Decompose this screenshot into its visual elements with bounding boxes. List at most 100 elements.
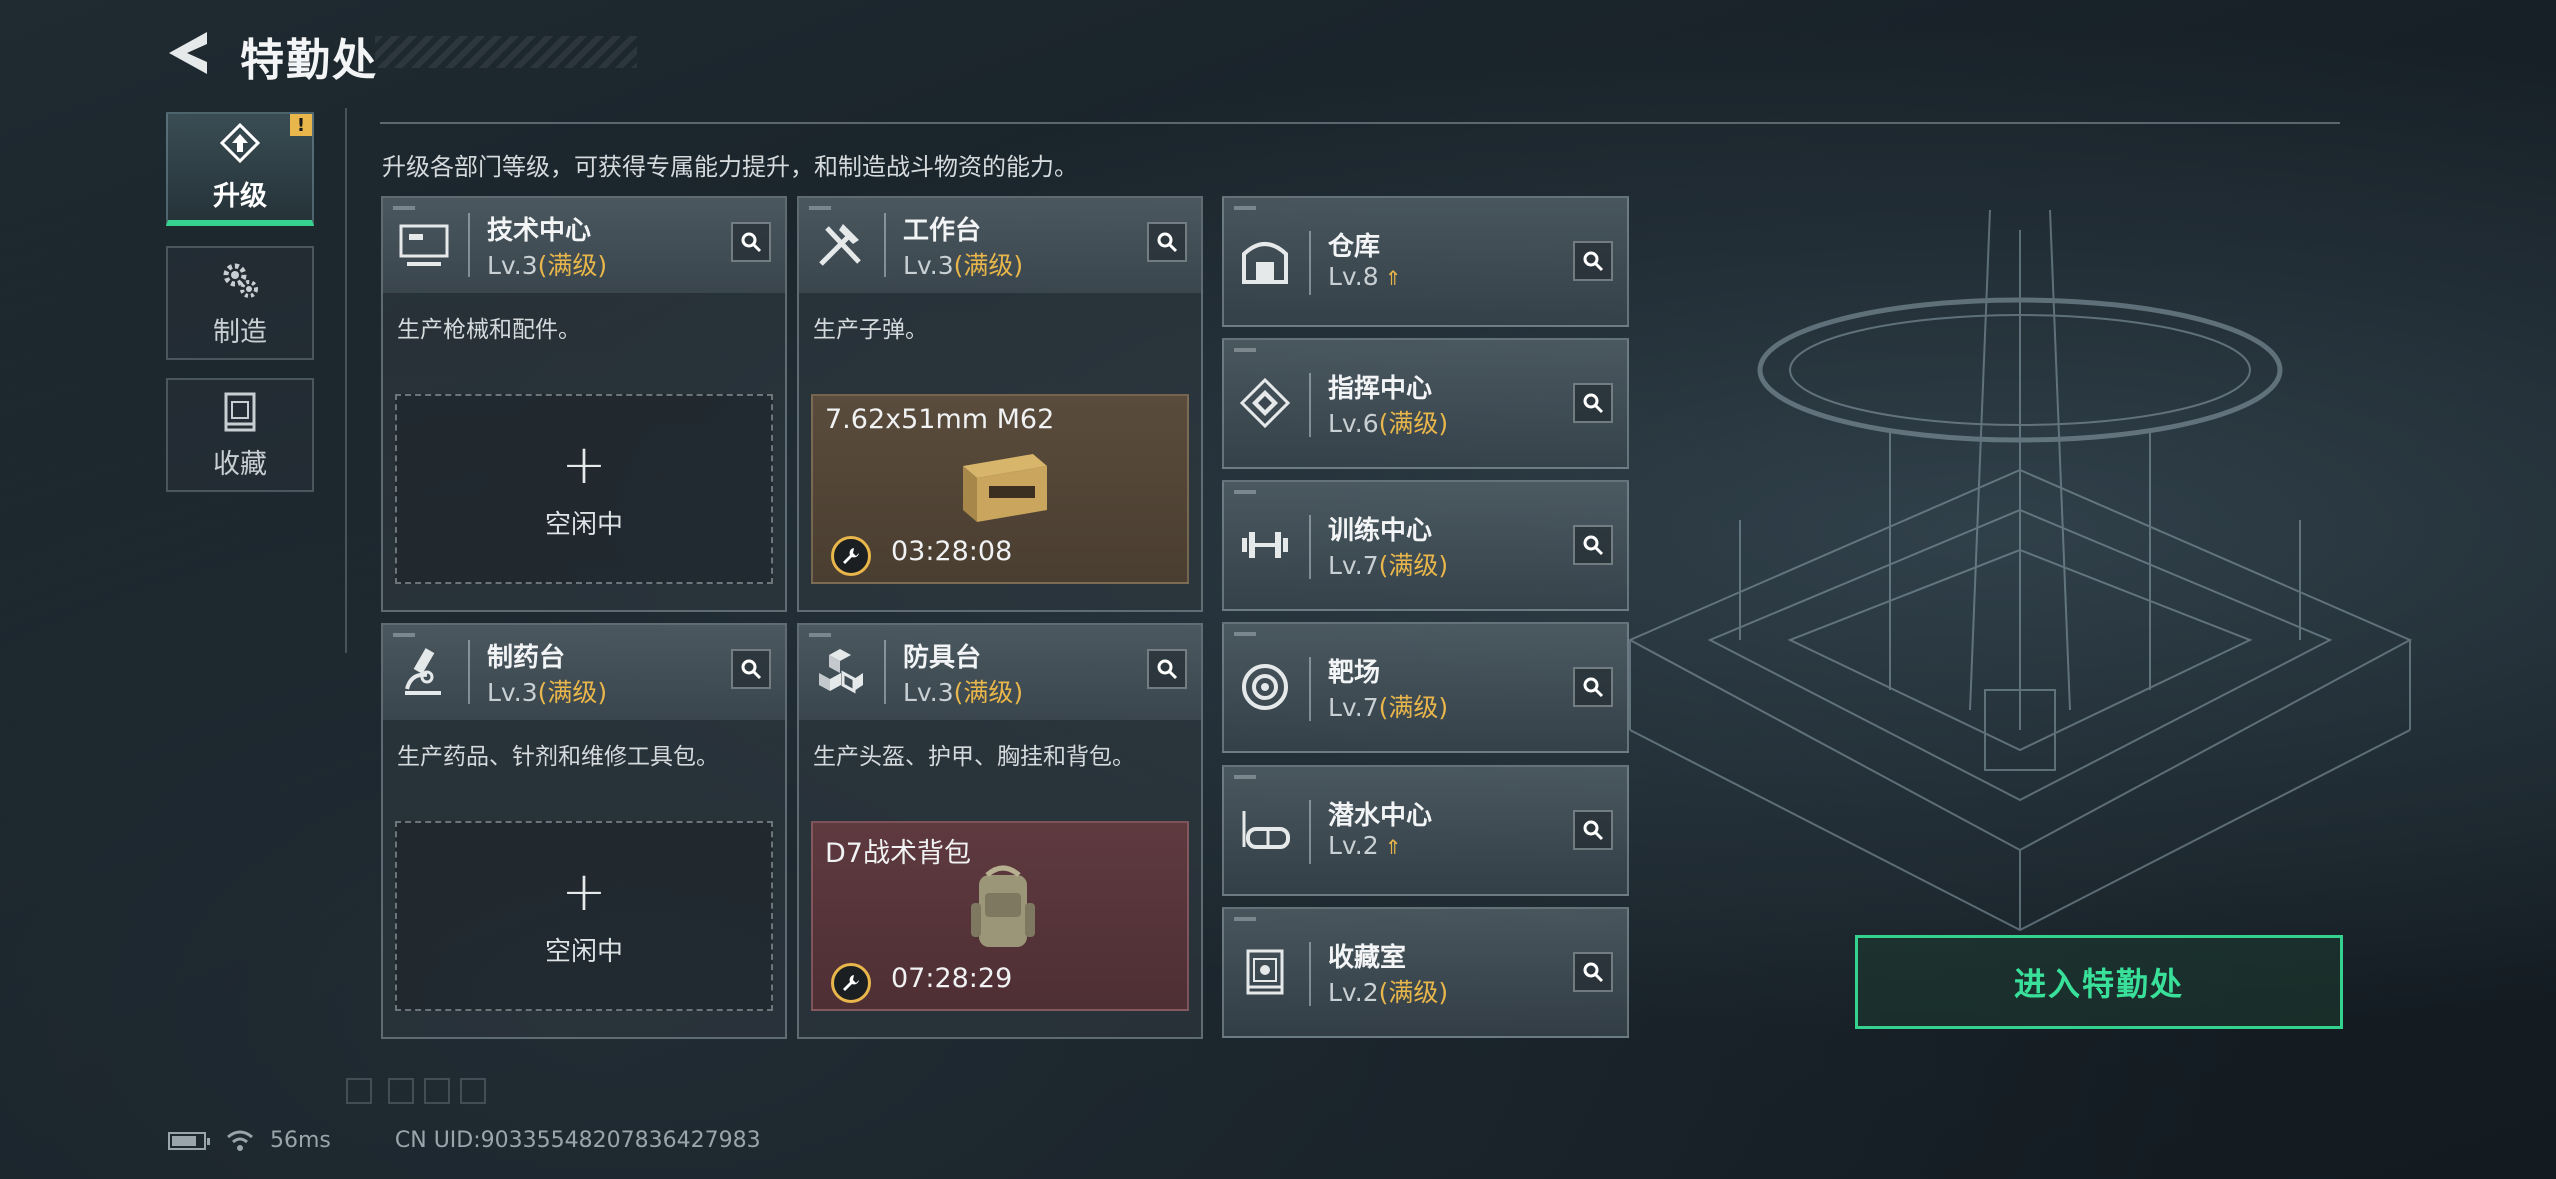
max-level-tag: (满级): [1378, 551, 1449, 580]
card-header: 工作台 Lv.3(满级): [799, 198, 1201, 293]
search-icon: [741, 232, 762, 253]
card-header: 技术中心 Lv.3(满级): [383, 198, 785, 293]
back-button[interactable]: [163, 28, 211, 78]
collection-room-icon: [1234, 941, 1296, 1003]
max-level-tag: (满级): [1378, 693, 1449, 722]
inspect-button[interactable]: [731, 222, 771, 262]
workshop-name: 防具台: [903, 643, 982, 673]
workshop-description: 生产头盔、护甲、胸挂和背包。: [813, 744, 1135, 770]
workshop-name: 制药台: [487, 643, 566, 673]
production-item-name: 7.62x51mm M62: [825, 404, 1055, 435]
decor-box: [460, 1078, 486, 1104]
nav-upgrade-tab[interactable]: ! 升级: [166, 112, 314, 226]
command-icon: [1234, 372, 1296, 434]
max-level-tag: (满级): [537, 678, 608, 707]
inspect-button[interactable]: [1573, 525, 1613, 565]
ping-value: 56ms: [270, 1128, 331, 1153]
facility-level: Lv.8 ⇑: [1328, 262, 1402, 291]
inspect-button[interactable]: [1573, 383, 1613, 423]
wifi-icon: [227, 1130, 253, 1151]
decor-box: [424, 1078, 450, 1104]
inspect-button[interactable]: [1147, 222, 1187, 262]
inspect-button[interactable]: [731, 649, 771, 689]
max-level-tag: (满级): [1378, 978, 1449, 1007]
search-icon: [1583, 820, 1604, 841]
facility-card-collection-room[interactable]: 收藏室 Lv.2(满级): [1222, 907, 1629, 1038]
search-icon: [1583, 535, 1604, 556]
ammo-box-icon: [963, 454, 1047, 522]
facility-name: 指挥中心: [1328, 374, 1433, 404]
facility-card-diving-center[interactable]: 潜水中心 Lv.2 ⇑: [1222, 765, 1629, 896]
inspect-button[interactable]: [1573, 810, 1613, 850]
inspect-button[interactable]: [1573, 667, 1613, 707]
wrench-icon: [831, 963, 871, 1003]
gears-icon: [223, 263, 258, 298]
page-title: 特勤处: [240, 35, 378, 86]
enter-facility-label: 进入特勤处: [2013, 965, 2184, 1003]
production-slot[interactable]: D7战术背包 07:28:29: [811, 821, 1189, 1011]
battery-icon: [168, 1131, 210, 1150]
workshop-level: Lv.3(满级): [903, 251, 1024, 280]
upgrade-icon: [219, 122, 261, 163]
production-timer: 07:28:29: [891, 963, 1013, 994]
user-uid: CN UID:903355482078364279​83: [394, 1128, 761, 1153]
search-icon: [1583, 251, 1604, 272]
workshop-level: Lv.3(满级): [487, 678, 608, 707]
facility-name: 仓库: [1328, 232, 1381, 262]
search-icon: [1157, 232, 1178, 253]
workshop-card-pharmacy[interactable]: 制药台 Lv.3(满级) 生产药品、针剂和维修工具包。 + 空闲中: [381, 623, 787, 1039]
search-icon: [1583, 677, 1604, 698]
search-icon: [1157, 659, 1178, 680]
computer-icon: [393, 214, 455, 276]
facility-name: 训练中心: [1328, 516, 1433, 546]
facility-level: Lv.2(满级): [1328, 978, 1449, 1007]
decor-box: [388, 1078, 414, 1104]
tools-icon: [809, 214, 871, 276]
section-description: 升级各部门等级，可获得专属能力提升，和制造战斗物资的能力。: [382, 153, 1078, 181]
workshop-name: 技术中心: [487, 216, 592, 246]
workshop-card-workbench[interactable]: 工作台 Lv.3(满级) 生产子弹。 7.62x51mm M62 03:28:0…: [797, 196, 1203, 612]
facility-card-command-center[interactable]: 指挥中心 Lv.6(满级): [1222, 338, 1629, 469]
status-bar: 56ms CN UID:903355482078364279​83: [168, 1128, 761, 1153]
inspect-button[interactable]: [1573, 952, 1613, 992]
idle-slot[interactable]: + 空闲中: [395, 821, 773, 1011]
facility-level: Lv.7(满级): [1328, 551, 1449, 580]
inspect-button[interactable]: [1147, 649, 1187, 689]
facility-card-shooting-range[interactable]: 靶场 Lv.7(满级): [1222, 622, 1629, 753]
workshop-level: Lv.3(满级): [903, 678, 1024, 707]
production-slot[interactable]: 7.62x51mm M62 03:28:08: [811, 394, 1189, 584]
inspect-button[interactable]: [1573, 241, 1613, 281]
nav-collection-tab[interactable]: 收藏: [166, 378, 314, 492]
workshop-description: 生产药品、针剂和维修工具包。: [397, 744, 719, 770]
microscope-icon: [393, 641, 455, 703]
facility-level: Lv.6(满级): [1328, 409, 1449, 438]
workshop-name: 工作台: [903, 216, 982, 246]
facility-level: Lv.7(满级): [1328, 693, 1449, 722]
max-level-tag: (满级): [953, 678, 1024, 707]
card-header: 制药台 Lv.3(满级): [383, 625, 785, 720]
facility-card-training-center[interactable]: 训练中心 Lv.7(满级): [1222, 480, 1629, 611]
workshop-level: Lv.3(满级): [487, 251, 608, 280]
idle-label: 空闲中: [544, 936, 623, 967]
workshop-card-armory[interactable]: 防具台 Lv.3(满级) 生产头盔、护甲、胸挂和背包。 D7战术背包 07:28…: [797, 623, 1203, 1039]
upgrade-available-icon: ⇑: [1384, 835, 1402, 859]
enter-facility-button[interactable]: 进入特勤处: [1855, 935, 2343, 1029]
facility-level: Lv.2 ⇑: [1328, 831, 1402, 860]
nav-craft-tab[interactable]: 制造: [166, 246, 314, 360]
idle-slot[interactable]: + 空闲中: [395, 394, 773, 584]
add-icon: +: [561, 432, 607, 496]
nav-craft-label: 制造: [213, 316, 267, 348]
facility-name: 潜水中心: [1328, 801, 1433, 831]
workshop-card-tech-center[interactable]: 技术中心 Lv.3(满级) 生产枪械和配件。 + 空闲中: [381, 196, 787, 612]
nav-collection-label: 收藏: [213, 448, 267, 480]
alert-badge: !: [290, 114, 312, 136]
wrench-icon: [831, 536, 871, 576]
title-decoration: [375, 36, 637, 68]
search-icon: [741, 659, 762, 680]
production-item-name: D7战术背包: [825, 838, 971, 869]
facility-name: 靶场: [1328, 658, 1381, 688]
armor-icon: [809, 641, 871, 703]
max-level-tag: (满级): [953, 251, 1024, 280]
collection-icon: [224, 392, 256, 431]
facility-card-warehouse[interactable]: 仓库 Lv.8 ⇑: [1222, 196, 1629, 327]
